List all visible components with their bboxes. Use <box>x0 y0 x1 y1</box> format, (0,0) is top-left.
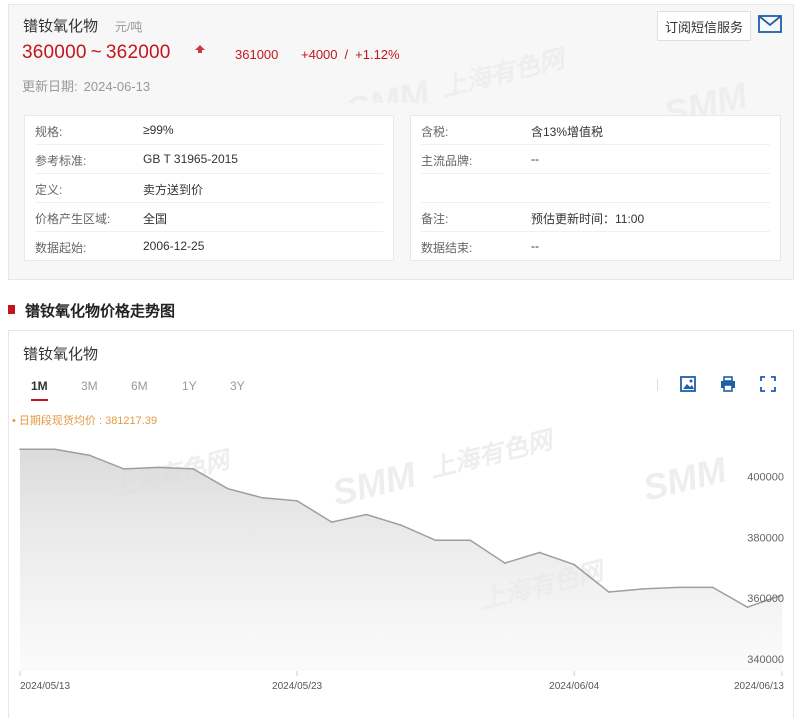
image-icon[interactable] <box>679 375 699 395</box>
fullscreen-icon[interactable] <box>759 375 779 395</box>
spec-value: GB T 31965-2015 <box>143 152 238 166</box>
chart-title: 镨钕氧化物 <box>23 346 99 363</box>
subscribe-sms-button[interactable]: 订阅短信服务 <box>657 11 751 41</box>
section-marker <box>8 305 15 314</box>
spec-table-left: 规格: ≥99% 参考标准: GB T 31965-2015 定义: 卖方送到价 价格… <box>24 115 394 261</box>
spec-key: 主流品牌: <box>421 154 473 168</box>
data-point <box>538 551 541 554</box>
spec-value: 2006-12-25 <box>143 239 205 253</box>
average-price-label: • 日期段现货均价 : 381217.39 <box>12 415 158 427</box>
spec-row: 主流品牌: -- <box>421 145 770 174</box>
spec-key: 数据起始: <box>35 241 87 255</box>
data-point <box>296 500 298 502</box>
data-point <box>608 591 610 593</box>
mail-icon[interactable] <box>757 13 783 35</box>
print-icon[interactable] <box>719 375 739 395</box>
watermark-right: SMM <box>660 74 752 125</box>
spec-row: 参考标准: GB T 31965-2015 <box>35 145 383 174</box>
price-low: 360000 <box>22 42 87 63</box>
y-tick-label: 400000 <box>747 472 784 484</box>
chart-card: 镨钕氧化物 1M 3M 6M 1Y 3Y • 日期段现货均价 : 381217.… <box>8 330 794 718</box>
data-point <box>711 586 714 589</box>
spec-value: ≥99% <box>143 123 174 137</box>
spec-value: 卖方送到价 <box>143 183 204 197</box>
product-unit: 元/吨 <box>115 20 143 34</box>
spec-value: -- <box>531 239 539 253</box>
data-point <box>469 539 472 542</box>
average-price: 361000 <box>235 47 279 62</box>
watermark-text: 上海有色网 <box>439 44 571 102</box>
data-point <box>642 588 645 590</box>
product-title: 镨钕氧化物 <box>23 18 99 35</box>
data-point <box>330 521 333 523</box>
data-point <box>19 448 21 450</box>
update-date-row: 更新日期: 2024-06-13 <box>22 76 150 95</box>
spec-table-right: 含税: 含13%增值税 主流品牌: -- 备注: 预估更新时间：11:00 数据结束:… <box>410 115 781 261</box>
watermark: SMM 上海有色网 <box>342 44 571 103</box>
spec-row: 含税: 含13%增值税 <box>421 116 770 145</box>
chart-watermark-text: 上海有色网 <box>427 427 559 484</box>
y-tick-label: 340000 <box>747 654 784 666</box>
section-title: 镨钕氧化物价格走势图 <box>25 303 176 320</box>
spec-row: 规格: ≥99% <box>35 116 383 145</box>
spec-row <box>421 174 770 203</box>
spec-value: -- <box>531 152 539 166</box>
spec-row: 数据起始: 2006-12-25 <box>35 232 383 261</box>
x-axis-ticks: 2024/05/13 2024/05/23 2024/06/04 2024/06/13 <box>19 671 784 692</box>
x-tick-label: 2024/06/04 <box>549 681 599 692</box>
spec-row: 价格产生区域: 全国 <box>35 203 383 232</box>
spec-key: 定义: <box>35 183 63 197</box>
x-tick-label: 2024/06/13 <box>734 681 784 692</box>
spec-key: 备注: <box>421 212 449 226</box>
data-point <box>192 468 194 470</box>
spec-row: 数据结束: -- <box>421 232 770 261</box>
product-info-card: 镨钕氧化物 元/吨 360000 ~362000 361000 +4000/+1.… <box>8 4 794 280</box>
y-tick-label: 360000 <box>747 593 784 605</box>
data-point <box>434 539 437 542</box>
price-up-icon <box>195 45 205 55</box>
update-date: 2024-06-13 <box>83 79 151 94</box>
range-tab-6m[interactable]: 6M <box>131 377 148 401</box>
data-point <box>365 513 368 516</box>
data-point <box>53 448 56 450</box>
x-tick-label: 2024/05/13 <box>20 681 70 692</box>
data-point <box>157 466 160 469</box>
data-point <box>400 524 402 526</box>
range-tab-3y[interactable]: 3Y <box>230 377 245 401</box>
data-point <box>504 562 506 564</box>
spec-key: 规格: <box>35 125 63 139</box>
data-point <box>573 563 575 566</box>
price-trend-chart: 上海有色网 SMM 上海有色网 SMM 上海有色网 34000036000038… <box>19 427 784 692</box>
spec-key: 数据结束: <box>421 241 473 255</box>
toolbar-divider <box>657 379 658 391</box>
spec-value: 预估更新时间：11:00 <box>531 212 645 226</box>
data-point <box>88 454 91 457</box>
watermark-logo: SMM <box>342 71 434 103</box>
price-high: 362000 <box>105 42 171 63</box>
spec-value: 全国 <box>143 212 168 226</box>
data-point <box>123 468 125 470</box>
data-point <box>677 586 679 589</box>
chart-watermark-logo: SMM <box>639 448 731 508</box>
data-point <box>261 496 264 499</box>
update-label: 更新日期: <box>22 79 78 94</box>
range-tab-3m[interactable]: 3M <box>81 377 98 401</box>
chart-watermark-logo: SMM <box>328 453 420 513</box>
range-tab-1y[interactable]: 1Y <box>182 377 197 401</box>
data-point <box>746 606 749 608</box>
price-range: 360000 ~362000 <box>22 42 171 64</box>
spec-key: 参考标准: <box>35 154 87 168</box>
range-tab-1m[interactable]: 1M <box>31 377 48 401</box>
y-tick-label: 380000 <box>747 532 784 544</box>
spec-key: 含税: <box>421 125 449 139</box>
spec-value: 含13%增值税 <box>531 125 604 139</box>
spec-key: 价格产生区域: <box>35 212 111 226</box>
price-tilde: ~ <box>90 42 102 63</box>
spec-row: 定义: 卖方送到价 <box>35 174 383 203</box>
spec-row: 备注: 预估更新时间：11:00 <box>421 203 770 232</box>
data-point <box>227 487 229 490</box>
x-tick-label: 2024/05/23 <box>272 681 322 692</box>
